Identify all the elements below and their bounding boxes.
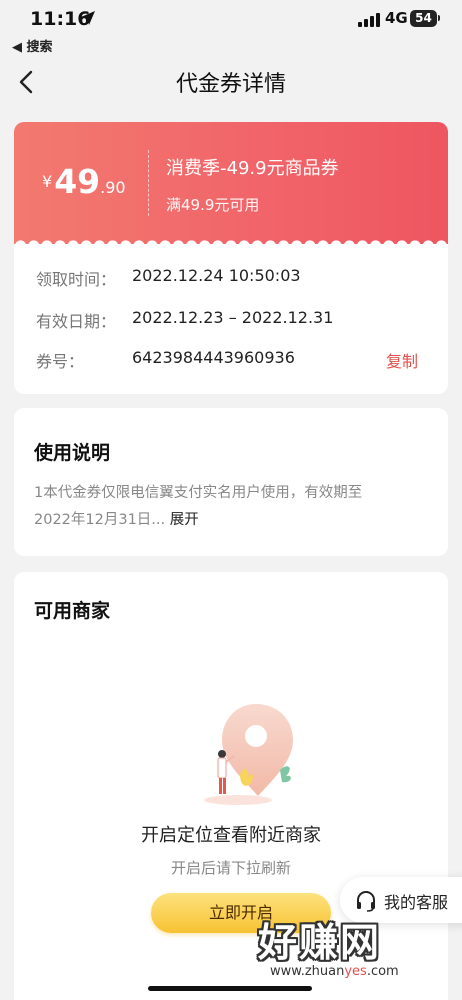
battery-indicator: 54: [410, 10, 437, 27]
page-title: 代金券详情: [175, 72, 286, 97]
location-arrow-icon: [81, 11, 95, 25]
signal-strength-icon: [358, 13, 380, 27]
valid-date-value: 2022.12.23 – 2022.12.31: [132, 308, 334, 327]
coupon-card: ¥49.90 消费季-49.9元商品券 满49.9元可用 领取时间： 2022.…: [14, 122, 448, 394]
headset-icon: [357, 890, 375, 912]
usage-title: 使用说明: [34, 442, 111, 464]
merchants-title: 可用商家: [34, 600, 111, 622]
coupon-price: ¥49.90: [42, 162, 126, 201]
coupon-condition: 满49.9元可用: [166, 196, 260, 214]
watermark-url-part-3: .com: [366, 964, 399, 979]
enable-location-prompt: 开启定位查看附近商家: [141, 825, 321, 846]
customer-service-label: 我的客服: [384, 893, 449, 912]
battery-tip: [438, 15, 440, 21]
usage-card: 使用说明 1本代金券仅限电信翼支付实名用户使用，有效期至 2022年12月31日…: [14, 408, 448, 556]
back-to-app-link[interactable]: ◀ 搜索: [12, 36, 53, 55]
currency-symbol: ¥: [42, 172, 53, 191]
location-pin-illustration-icon: [204, 704, 293, 805]
watermark-logo-text: 好赚网: [258, 921, 382, 966]
refresh-hint: 开启后请下拉刷新: [170, 859, 291, 877]
usage-line-2: 2022年12月31日...: [34, 512, 166, 528]
watermark-url: www.zhuanyes.com: [270, 964, 399, 979]
copy-button[interactable]: 复制: [386, 348, 418, 372]
coupon-divider: [148, 150, 149, 216]
expand-link[interactable]: 展开: [170, 512, 199, 528]
price-integer: 49: [54, 162, 101, 201]
network-type: 4G: [385, 9, 408, 27]
valid-date-label: 有效日期：: [36, 312, 117, 331]
coupon-code-label: 券号：: [36, 352, 85, 371]
usage-line-1: 1本代金券仅限电信翼支付实名用户使用，有效期至: [34, 485, 363, 501]
status-bar: 11:16 ◀ 搜索 4G 54: [0, 0, 462, 56]
coupon-scallop-edge: [14, 240, 448, 250]
usage-description: 1本代金券仅限电信翼支付实名用户使用，有效期至 2022年12月31日... 展…: [34, 480, 434, 534]
coupon-name: 消费季-49.9元商品券: [166, 158, 339, 179]
watermark-url-part-1: www.zhuan: [270, 964, 345, 979]
site-watermark: 好赚网 www.zhuanyes.com: [250, 912, 450, 992]
watermark-url-part-2: yes: [344, 964, 367, 979]
coupon-code-value: 6423984443960936: [132, 348, 295, 367]
claim-time-label: 领取时间：: [36, 270, 117, 289]
claim-time-value: 2022.12.24 10:50:03: [132, 266, 301, 285]
home-indicator: [148, 986, 312, 991]
price-decimal: .90: [100, 178, 126, 197]
coupon-header: ¥49.90 消费季-49.9元商品券 满49.9元可用: [14, 122, 448, 244]
